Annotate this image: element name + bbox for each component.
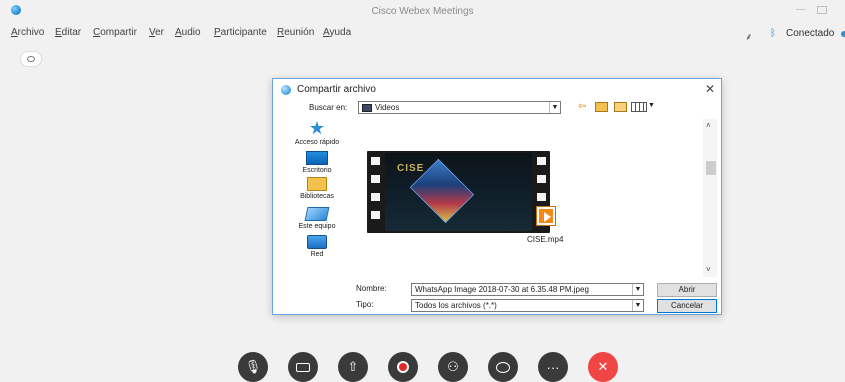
place-label: Escritorio (302, 167, 332, 174)
window-title: Cisco Webex Meetings (371, 6, 474, 17)
look-in-value: Videos (375, 103, 400, 112)
place-label: Bibliotecas (300, 193, 334, 200)
place-desktop[interactable]: Escritorio (279, 151, 355, 174)
connection-status: Conectado (786, 28, 835, 39)
menu-bar: Archivo Editar Compartir Ver Audio Parti… (0, 27, 845, 43)
camera-icon (296, 362, 310, 372)
up-folder-icon[interactable] (595, 102, 608, 112)
file-name-value: WhatsApp Image 2018-07-30 at 6.35.48 PM.… (415, 285, 589, 294)
chevron-down-icon[interactable]: ▼ (632, 300, 643, 311)
view-menu-icon[interactable] (631, 102, 647, 112)
video-play-icon (537, 207, 555, 225)
scroll-down-icon[interactable]: ˅ (706, 265, 711, 274)
back-arrow-icon[interactable]: ⇦ (578, 101, 586, 112)
scroll-thumb[interactable] (706, 161, 716, 175)
vertical-scrollbar[interactable]: ˄ ˅ (703, 119, 717, 277)
place-label: Acceso rápido (294, 139, 340, 146)
star-icon: ★ (308, 118, 326, 138)
more-button[interactable]: ··· (538, 352, 568, 382)
libraries-icon (307, 177, 327, 191)
videos-folder-icon (362, 104, 372, 112)
microphone-muted-icon: 🎙 (244, 359, 262, 374)
file-name-field[interactable]: WhatsApp Image 2018-07-30 at 6.35.48 PM.… (411, 283, 644, 296)
dialog-webex-icon (281, 85, 291, 95)
new-folder-icon[interactable] (614, 102, 627, 112)
record-button[interactable] (388, 352, 418, 382)
file-item-cise[interactable]: CISE (367, 151, 555, 233)
share-file-dialog: Compartir archivo ✕ Buscar en: Videos ▼ … (272, 78, 722, 315)
key-icon[interactable]: ⸙ (745, 29, 753, 43)
place-label: Este equipo (298, 223, 336, 230)
file-name-label[interactable]: CISE.mp4 (527, 235, 563, 244)
place-libraries[interactable]: Bibliotecas (279, 177, 355, 200)
file-type-select[interactable]: Todos los archivos (*.*) ▼ (411, 299, 644, 312)
network-icon (307, 235, 327, 249)
menu-ayuda[interactable]: Ayuda (323, 27, 351, 38)
dialog-title: Compartir archivo (297, 84, 376, 95)
desktop-icon (306, 151, 328, 165)
more-options-icon: ··· (546, 359, 560, 375)
participants-button[interactable]: ⚇ (438, 352, 468, 382)
menu-participante[interactable]: Participante (214, 27, 267, 38)
menu-ver[interactable]: Ver (149, 27, 164, 38)
chat-bubble-icon (496, 361, 510, 373)
end-meeting-button[interactable]: ✕ (588, 352, 618, 382)
connection-icon: ᛒ (770, 28, 776, 39)
participants-icon: ⚇ (447, 359, 459, 374)
status-dot-icon (841, 31, 845, 37)
eye-icon (27, 56, 35, 62)
place-quick-access[interactable]: ★ Acceso rápido (279, 119, 355, 146)
upload-icon: ⇧ (347, 359, 359, 374)
maximize-icon[interactable] (817, 6, 827, 14)
chat-button[interactable] (488, 352, 518, 382)
chevron-down-icon[interactable]: ▼ (632, 284, 643, 295)
places-bar: ★ Acceso rápido Escritorio Bibliotecas E… (279, 119, 355, 269)
file-type-field-label: Tipo: (356, 300, 374, 309)
open-button[interactable]: Abrir (657, 283, 717, 297)
file-type-value: Todos los archivos (*.*) (415, 301, 497, 310)
chevron-down-icon[interactable]: ▼ (549, 102, 560, 113)
video-thumbnail: CISE (385, 153, 532, 231)
film-hole (537, 157, 546, 165)
menu-reunion[interactable]: Reunión (277, 27, 314, 38)
minimize-icon[interactable]: — (794, 3, 808, 17)
file-list[interactable]: CISE CISE.mp4 (357, 119, 718, 271)
share-button[interactable]: ⇧ (338, 352, 368, 382)
close-icon: ✕ (597, 359, 609, 374)
meeting-controls: 🎙 ⇧ ⚇ ··· ✕ (0, 352, 845, 382)
scroll-up-icon[interactable]: ˄ (706, 121, 711, 130)
look-in-label: Buscar en: (309, 103, 348, 112)
close-icon[interactable]: ✕ (705, 82, 715, 96)
view-menu-chevron-icon[interactable]: ▼ (648, 102, 655, 109)
film-hole (371, 157, 380, 165)
film-hole (371, 193, 380, 201)
film-hole (371, 211, 380, 219)
view-toggle-button[interactable] (20, 51, 42, 67)
video-button[interactable] (288, 352, 318, 382)
mute-button[interactable]: 🎙 (238, 352, 268, 382)
place-network[interactable]: Red (279, 235, 355, 258)
menu-compartir[interactable]: Compartir (93, 27, 137, 38)
film-hole (371, 175, 380, 183)
computer-icon (304, 207, 330, 221)
place-this-pc[interactable]: Este equipo (279, 207, 355, 230)
thumbnail-text: CISE (397, 163, 425, 174)
film-hole (537, 193, 546, 201)
file-name-field-label: Nombre: (356, 284, 387, 293)
place-label: Red (310, 251, 324, 258)
record-icon (397, 361, 409, 373)
menu-audio[interactable]: Audio (175, 27, 201, 38)
menu-editar[interactable]: Editar (55, 27, 81, 38)
look-in-dropdown[interactable]: Videos ▼ (358, 101, 561, 114)
cancel-button[interactable]: Cancelar (657, 299, 717, 313)
menu-archivo[interactable]: Archivo (11, 27, 44, 38)
film-hole (537, 175, 546, 183)
title-bar: Cisco Webex Meetings — (0, 0, 845, 24)
